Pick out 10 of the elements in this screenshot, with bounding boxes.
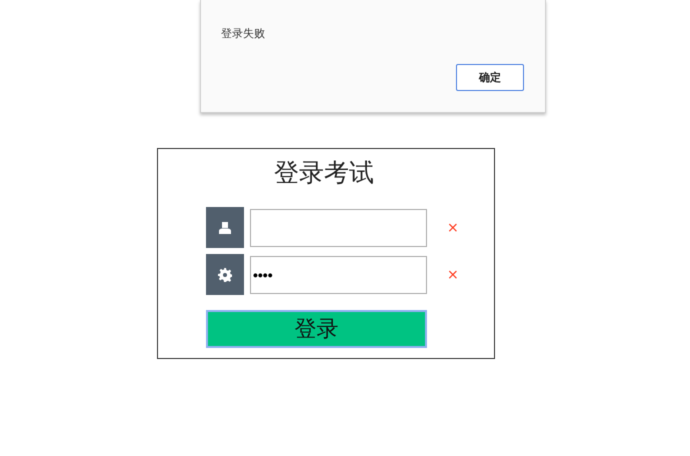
gear-icon	[218, 268, 232, 282]
ok-button[interactable]: 确定	[456, 64, 524, 91]
username-field[interactable]	[250, 208, 427, 246]
error-mark: ×	[447, 266, 459, 282]
password-field[interactable]: ••••	[250, 256, 427, 294]
alert-message: 登录失败	[221, 26, 265, 41]
form-title: 登录考试	[274, 157, 374, 189]
error-mark: ×	[447, 220, 459, 236]
user-icon	[218, 220, 232, 234]
login-button[interactable]: 登录	[206, 310, 427, 348]
